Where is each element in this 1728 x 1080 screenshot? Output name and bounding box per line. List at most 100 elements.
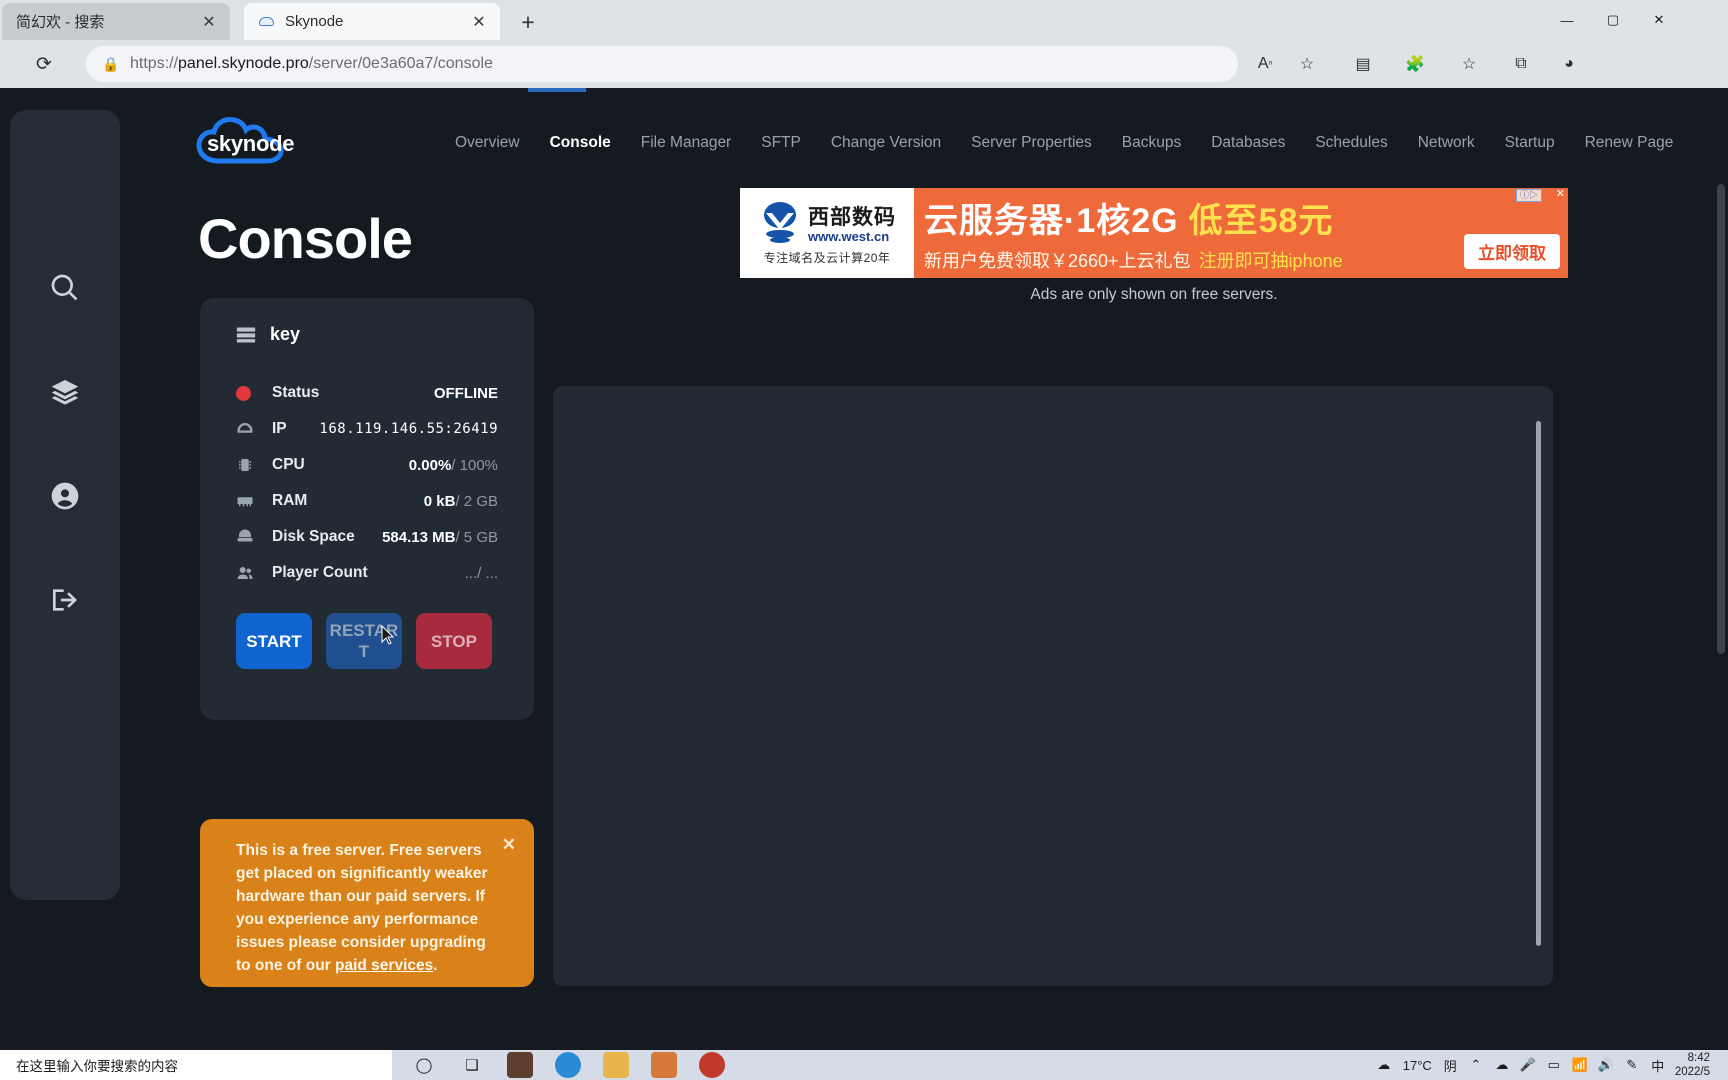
explorer-icon[interactable]	[592, 1050, 640, 1080]
favorites-icon[interactable]: ☆	[1452, 46, 1486, 82]
search-placeholder: 在这里输入你要搜索的内容	[16, 1059, 178, 1074]
weather-desc[interactable]: 阴	[1438, 1056, 1463, 1075]
window-close-icon[interactable]: ✕	[1636, 0, 1682, 40]
url-text: https://panel.skynode.pro/server/0e3a60a…	[130, 55, 493, 72]
browser-tab-2[interactable]: Skynode ✕	[244, 3, 500, 40]
read-aloud-icon[interactable]: Aⁿ	[1248, 46, 1282, 82]
mic-icon[interactable]: 🎤	[1515, 1050, 1541, 1080]
page-title: Console	[198, 207, 413, 270]
ad-banner[interactable]: 西部数码 www.west.cn 专注域名及云计算20年 云服务器·1核2G 低…	[740, 188, 1568, 278]
nav-item-network[interactable]: Network	[1403, 128, 1490, 158]
weather-cloud-icon[interactable]: ☁	[1371, 1050, 1397, 1080]
maximize-icon[interactable]: ▢	[1590, 0, 1636, 40]
profile-icon[interactable]: ◕	[1552, 46, 1586, 82]
battery-icon[interactable]: ▭	[1541, 1050, 1567, 1080]
sidebar-item-search[interactable]	[37, 260, 93, 316]
free-server-notice: This is a free server. Free servers get …	[200, 819, 534, 987]
ad-brand-tagline: 专注域名及云计算20年	[763, 251, 891, 265]
wifi-icon[interactable]: 📶	[1567, 1050, 1593, 1080]
stat-label: IP	[272, 420, 287, 437]
url-input[interactable]: 🔒 https://panel.skynode.pro/server/0e3a6…	[86, 46, 1238, 82]
players-icon	[236, 564, 258, 582]
nav-item-renew-page[interactable]: Renew Page	[1570, 128, 1689, 158]
browser-tab-1[interactable]: 简幻欢 - 搜索 ✕	[2, 3, 230, 40]
weather-temp[interactable]: 17°C	[1397, 1058, 1438, 1073]
nav-item-server-properties[interactable]: Server Properties	[956, 128, 1107, 158]
reload-icon[interactable]: ⟳	[26, 48, 62, 80]
page-scrollbar-thumb[interactable]	[1717, 184, 1725, 654]
skynode-logo[interactable]: skynode	[195, 110, 297, 166]
volume-icon[interactable]: 🔊	[1593, 1050, 1619, 1080]
status-dot-icon	[236, 385, 258, 401]
nav-item-console[interactable]: Console	[535, 128, 626, 158]
ad-brand-block: 西部数码 www.west.cn 专注域名及云计算20年	[740, 188, 914, 278]
task-view-icon[interactable]: ❏	[448, 1050, 496, 1080]
chevron-up-icon[interactable]: ⌃	[1463, 1050, 1489, 1080]
notice-close-icon[interactable]: ✕	[502, 835, 516, 855]
server-stats-card: key Status OFFLINE IP 168.119.146.55:264…	[200, 298, 534, 720]
mouse-cursor	[381, 625, 395, 645]
nav-item-sftp[interactable]: SFTP	[746, 128, 816, 158]
sidebar-item-servers[interactable]	[37, 364, 93, 420]
edge-icon[interactable]	[544, 1050, 592, 1080]
sidebar-item-account[interactable]	[37, 468, 93, 524]
stat-row-ip: IP 168.119.146.55:26419	[236, 411, 498, 447]
stat-label: Player Count	[272, 564, 368, 581]
nav-item-startup[interactable]: Startup	[1490, 128, 1570, 158]
page-header: skynode Overview Console File Manager SF…	[120, 88, 1728, 198]
main-nav: Overview Console File Manager SFTP Chang…	[440, 128, 1688, 158]
clock[interactable]: 8:42 2022/5	[1671, 1051, 1718, 1079]
new-tab-button[interactable]: +	[512, 8, 544, 36]
stat-value: 168.119.146.55:26419	[319, 421, 498, 437]
nav-item-backups[interactable]: Backups	[1107, 128, 1196, 158]
close-icon[interactable]: ✕	[198, 11, 220, 33]
start-button[interactable]: START	[236, 613, 312, 669]
stat-value: 584.13 MB/ 5 GB	[382, 528, 498, 546]
cloud-icon[interactable]: ☁	[1489, 1050, 1515, 1080]
taskbar-tray: ☁ 17°C 阴 ⌃ ☁ 🎤 ▭ 📶 🔊 ✎ 中 8:42 2022/5	[1371, 1050, 1728, 1080]
close-icon[interactable]: ✕	[468, 11, 490, 33]
paid-services-link[interactable]: paid services	[335, 957, 433, 974]
pen-icon[interactable]: ✎	[1619, 1050, 1645, 1080]
stat-row-cpu: CPU 0.00%/ 100%	[236, 447, 498, 483]
game-icon[interactable]	[640, 1050, 688, 1080]
add-favorite-icon[interactable]: ☆	[1290, 46, 1324, 82]
ad-sub-right: 注册即可抽iphone	[1198, 251, 1343, 271]
nav-item-overview[interactable]: Overview	[440, 128, 535, 158]
stat-value: 0.00%/ 100%	[408, 456, 498, 474]
browser-chrome: 简幻欢 - 搜索 ✕ Skynode ✕ + — ▢ ✕ ⟳ 🔒 https:/…	[0, 0, 1728, 88]
cortana-icon[interactable]: ◯	[400, 1050, 448, 1080]
ad-cta-button[interactable]: 立即领取	[1464, 234, 1560, 269]
minimize-icon[interactable]: —	[1544, 0, 1590, 40]
sidebar-item-logout[interactable]	[37, 572, 93, 628]
ad-choices-icon[interactable]: ⓘ▷	[1515, 189, 1542, 202]
cpu-icon	[236, 456, 258, 474]
console-output-pane[interactable]	[553, 386, 1553, 986]
page-scrollbar[interactable]	[1714, 88, 1728, 1050]
nav-item-change-version[interactable]: Change Version	[816, 128, 956, 158]
collections-icon[interactable]: ⧉	[1504, 46, 1538, 82]
ad-close-icon[interactable]: ✕	[1556, 189, 1565, 200]
west-logo-icon	[758, 200, 802, 244]
taskbar-search-input[interactable]: 在这里输入你要搜索的内容	[0, 1050, 392, 1080]
extensions-icon[interactable]: 🧩	[1398, 46, 1432, 82]
tab-title: 简幻欢 - 搜索	[16, 14, 105, 31]
record-icon[interactable]	[688, 1050, 736, 1080]
ad-copy-block: 云服务器·1核2G 低至58元 新用户免费领取￥2660+上云礼包 注册即可抽i…	[914, 188, 1568, 278]
split-screen-icon[interactable]: ▤	[1346, 46, 1380, 82]
ram-icon	[236, 492, 258, 510]
sidebar	[10, 110, 120, 900]
stat-value: 0 kB/ 2 GB	[423, 492, 498, 510]
windows-taskbar: 在这里输入你要搜索的内容 ◯ ❏ ☁ 17°C 阴 ⌃ ☁ 🎤 ▭ 📶 🔊 ✎ …	[0, 1050, 1728, 1080]
stat-label: RAM	[272, 492, 308, 509]
network-icon	[236, 420, 258, 438]
ime-indicator[interactable]: 中	[1645, 1050, 1671, 1080]
stop-button[interactable]: STOP	[416, 613, 492, 669]
nav-item-databases[interactable]: Databases	[1196, 128, 1300, 158]
store-icon[interactable]	[496, 1050, 544, 1080]
stat-value: OFFLINE	[433, 384, 498, 402]
nav-item-file-manager[interactable]: File Manager	[626, 128, 746, 158]
stat-label: Disk Space	[272, 528, 355, 545]
console-scrollbar[interactable]	[1536, 421, 1541, 946]
nav-item-schedules[interactable]: Schedules	[1300, 128, 1402, 158]
